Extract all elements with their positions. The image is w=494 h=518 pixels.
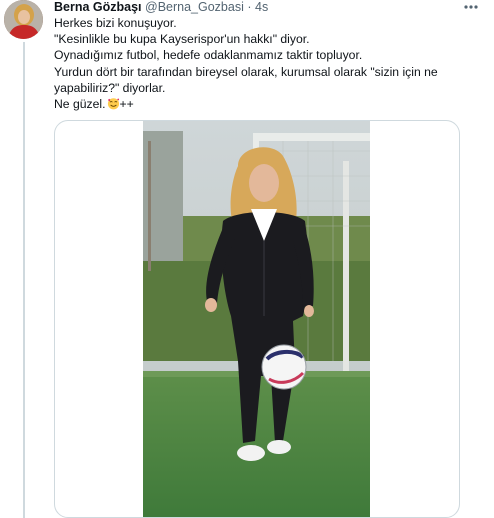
tweet-text-line: yapabiliriz?" diyorlar. [54, 80, 166, 95]
tweet-text-line: Oynadığımız futbol, hedefe odaklanmamız … [54, 48, 363, 63]
thread-line [23, 42, 25, 518]
tweet-timestamp[interactable]: 4s [255, 0, 268, 14]
header-separator: · [247, 0, 252, 14]
tweet-header: Berna Gözbaşı @Berna_Gozbasi · 4s [54, 0, 268, 14]
author-handle[interactable]: @Berna_Gozbasi [145, 0, 244, 14]
tweet-text: Herkes bizi konuşuyor. "Kesinlikle bu ku… [54, 15, 454, 112]
tweet-text-closing: Ne güzel. [54, 97, 106, 112]
tweet[interactable]: Berna Gözbaşı @Berna_Gozbasi · 4s Herkes… [0, 0, 494, 518]
tweet-text-line-last: Ne güzel. ++ [54, 96, 454, 112]
tweet-text-line: "Kesinlikle bu kupa Kayserispor'un hakkı… [54, 32, 310, 47]
tweet-text-line: Yurdun dört bir tarafından bireysel olar… [54, 64, 438, 79]
author-avatar[interactable] [4, 0, 43, 39]
tweet-media-card[interactable] [54, 120, 460, 518]
tweet-photo[interactable] [143, 121, 370, 517]
avatar-image [4, 0, 43, 39]
photo-image [143, 121, 370, 517]
author-name[interactable]: Berna Gözbaşı [54, 0, 142, 14]
tweet-text-line: Herkes bizi konuşuyor. [54, 16, 177, 30]
tweet-text-suffix: ++ [119, 97, 134, 112]
smiling-face-with-hearts-icon [107, 97, 120, 110]
more-horizontal-icon[interactable] [462, 0, 480, 12]
